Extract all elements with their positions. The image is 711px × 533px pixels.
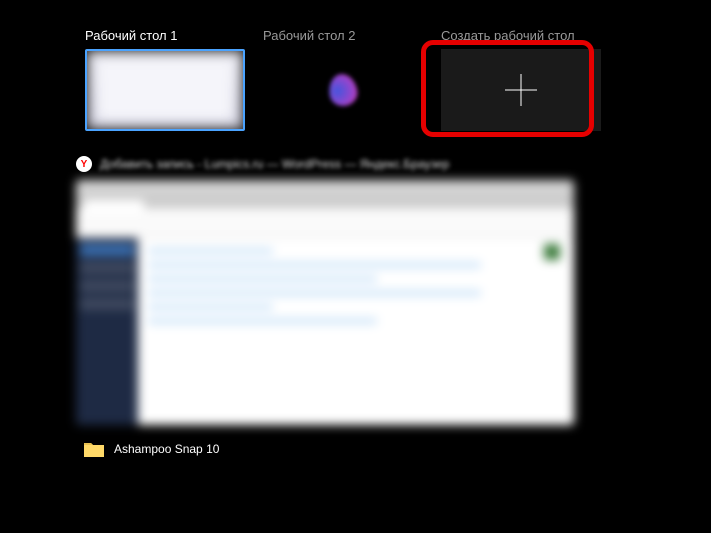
folder-label: Ashampoo Snap 10 bbox=[114, 442, 219, 456]
browser-tab bbox=[84, 200, 144, 214]
browser-toolbar bbox=[76, 208, 574, 238]
desktop-1-label: Рабочий стол 1 bbox=[85, 28, 245, 43]
desktop-2-thumbnail[interactable] bbox=[263, 49, 423, 131]
desktop-1[interactable]: Рабочий стол 1 bbox=[85, 28, 245, 131]
wp-sidebar bbox=[76, 238, 138, 425]
desktop-1-thumbnail[interactable] bbox=[85, 49, 245, 131]
plus-icon bbox=[505, 74, 537, 106]
window-chrome-header bbox=[76, 180, 574, 208]
new-desktop-label: Создать рабочий стол bbox=[441, 28, 601, 43]
wp-main bbox=[138, 238, 574, 425]
desktop-2-label: Рабочий стол 2 bbox=[263, 28, 423, 43]
window-content bbox=[76, 238, 574, 425]
new-desktop-button[interactable] bbox=[441, 49, 601, 131]
window-title: Добавить запись - Lumpics.ru — WordPress… bbox=[100, 157, 449, 171]
desktop-2-preview bbox=[263, 49, 423, 131]
virtual-desktops-row: Рабочий стол 1 Рабочий стол 2 Создать ра… bbox=[0, 0, 711, 131]
window-title-row: Y Добавить запись - Lumpics.ru — WordPre… bbox=[76, 156, 574, 172]
desktop-2[interactable]: Рабочий стол 2 bbox=[263, 28, 423, 131]
window-thumbnail[interactable] bbox=[76, 180, 574, 425]
app-glyph-icon bbox=[326, 72, 359, 108]
desktop-folder-item[interactable]: Ashampoo Snap 10 bbox=[84, 441, 219, 457]
desktop-1-preview bbox=[87, 51, 243, 129]
new-desktop-col: Создать рабочий стол bbox=[441, 28, 601, 131]
folder-icon bbox=[84, 441, 104, 457]
window-preview[interactable]: Y Добавить запись - Lumpics.ru — WordPre… bbox=[76, 156, 574, 425]
user-avatar bbox=[544, 244, 560, 260]
yandex-browser-icon: Y bbox=[76, 156, 92, 172]
